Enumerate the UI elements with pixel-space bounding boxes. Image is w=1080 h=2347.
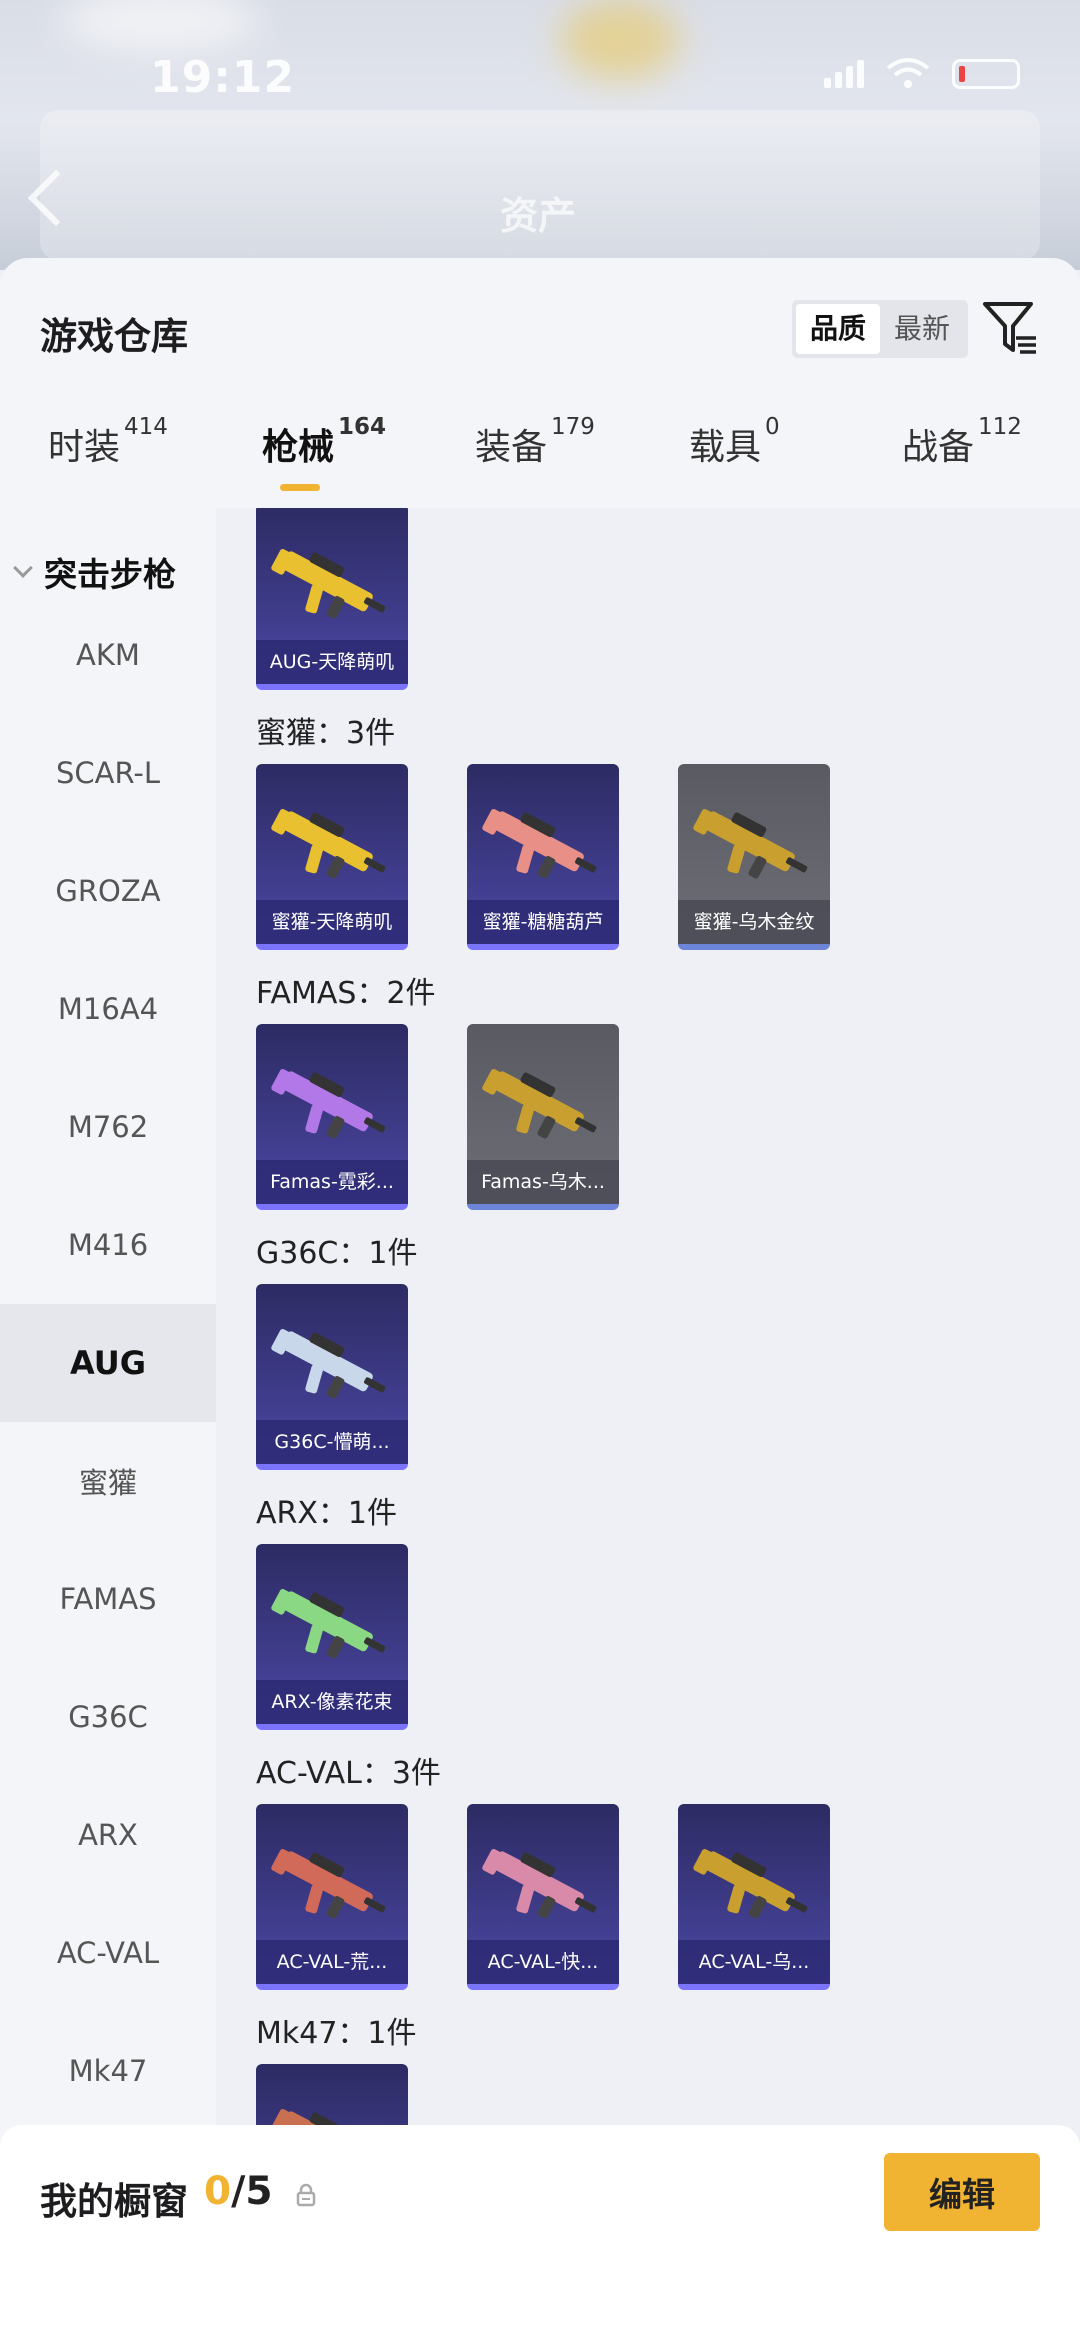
blurred-page-title: 资产	[500, 194, 577, 238]
group-label: G36C：1件	[256, 1236, 418, 1271]
skin-card[interactable]: G36C-懵萌...	[256, 1284, 408, 1470]
showcase-footer: 我的橱窗 0/5 编辑	[0, 2125, 1080, 2347]
lock-icon	[296, 2183, 316, 2207]
sidebar-item-6[interactable]: AUG	[0, 1304, 216, 1422]
skin-name: G36C-懵萌...	[256, 1420, 408, 1464]
sidebar-category-header[interactable]: 突击步枪	[13, 548, 176, 596]
sidebar-item-7[interactable]: 蜜獾	[0, 1422, 216, 1540]
skin-card[interactable]: 蜜獾-天降萌叽	[256, 764, 408, 950]
sort-quality-option[interactable]: 品质	[796, 304, 881, 354]
edit-showcase-button[interactable]: 编辑	[884, 2153, 1040, 2231]
skin-card[interactable]: AC-VAL-乌...	[678, 1804, 830, 1990]
group-label: 蜜獾：3件	[256, 716, 396, 751]
warehouse-sheet: 游戏仓库 品质 最新 时装 414 枪械 164 装备 179 载具 0 战备 112 突…	[0, 258, 1080, 2347]
showcase-title: 我的橱窗	[40, 2180, 188, 2223]
battery-icon	[952, 59, 1020, 89]
sort-toggle: 品质 最新	[792, 300, 969, 358]
skin-name: 蜜獾-糖糖葫芦	[467, 900, 619, 944]
sidebar-item-9[interactable]: G36C	[0, 1658, 216, 1776]
rifle-skin-icon	[271, 809, 386, 879]
skin-card[interactable]: ARX-像素花束	[256, 1544, 408, 1730]
rifle-skin-icon	[693, 1849, 808, 1919]
skin-name: 蜜獾-天降萌叽	[256, 900, 408, 944]
rifle-skin-icon	[482, 1069, 597, 1139]
sidebar-item-3[interactable]: M16A4	[0, 950, 216, 1068]
group-label: Mk47：1件	[256, 2016, 417, 2051]
sidebar-item-8[interactable]: FAMAS	[0, 1540, 216, 1658]
group-label: ARX：1件	[256, 1496, 398, 1531]
skin-card[interactable]: 蜜獾-糖糖葫芦	[467, 764, 619, 950]
group-label: AC-VAL：3件	[256, 1756, 441, 1791]
sidebar-item-0[interactable]: AKM	[0, 596, 216, 714]
sheet-title: 游戏仓库	[40, 315, 188, 358]
wifi-icon	[886, 58, 930, 88]
filter-icon[interactable]	[982, 300, 1038, 358]
weapon-sidebar: 突击步枪 AKM SCAR-L GROZA M16A4 M762 M416 AUG 蜜獾 FAM…	[0, 508, 216, 2347]
rifle-skin-icon	[271, 549, 386, 619]
sidebar-item-1[interactable]: SCAR-L	[0, 714, 216, 832]
skin-name: AUG-天降萌叽	[256, 640, 408, 684]
status-time: 19:12	[150, 52, 296, 103]
sidebar-item-4[interactable]: M762	[0, 1068, 216, 1186]
skin-card[interactable]: AC-VAL-快...	[467, 1804, 619, 1990]
skin-name: AC-VAL-乌...	[678, 1940, 830, 1984]
rifle-skin-icon	[271, 1849, 386, 1919]
skin-card[interactable]: Famas-乌木...	[467, 1024, 619, 1210]
skin-card[interactable]: 蜜獾-乌木金纹	[678, 764, 830, 950]
skin-card[interactable]: Famas-霓彩...	[256, 1024, 408, 1210]
active-tab-indicator	[280, 484, 320, 491]
chevron-down-icon	[13, 558, 33, 578]
rifle-skin-icon	[693, 809, 808, 879]
rifle-skin-icon	[482, 1849, 597, 1919]
sidebar-item-12[interactable]: Mk47	[0, 2012, 216, 2130]
signal-icon	[824, 60, 864, 88]
skin-name: ARX-像素花束	[256, 1680, 408, 1724]
background-app-header: 19:12 资产	[0, 0, 1080, 270]
group-label: FAMAS：2件	[256, 976, 436, 1011]
tab-equipment[interactable]: 装备 179	[475, 414, 595, 470]
rifle-skin-icon	[271, 1329, 386, 1399]
skin-name: Famas-霓彩...	[256, 1160, 408, 1204]
status-icons	[824, 58, 1020, 90]
tab-firearms[interactable]: 枪械 164	[262, 414, 386, 470]
sort-newest-option[interactable]: 最新	[880, 304, 964, 354]
tab-fashion[interactable]: 时装 414	[48, 414, 168, 470]
sidebar-item-2[interactable]: GROZA	[0, 832, 216, 950]
sidebar-item-5[interactable]: M416	[0, 1186, 216, 1304]
sidebar-item-11[interactable]: AC-VAL	[0, 1894, 216, 2012]
category-tabs: 时装 414 枪械 164 装备 179 载具 0 战备 112	[0, 414, 1080, 508]
rifle-skin-icon	[482, 809, 597, 879]
tab-vehicles[interactable]: 载具 0	[689, 414, 780, 470]
skin-card[interactable]: AC-VAL-荒...	[256, 1804, 408, 1990]
showcase-count: 0/5	[204, 2169, 273, 2214]
tab-supplies[interactable]: 战备 112	[902, 414, 1022, 470]
skin-name: AC-VAL-快...	[467, 1940, 619, 1984]
skin-name: Famas-乌木...	[467, 1160, 619, 1204]
skin-name: AC-VAL-荒...	[256, 1940, 408, 1984]
sidebar-item-10[interactable]: ARX	[0, 1776, 216, 1894]
rifle-skin-icon	[271, 1589, 386, 1659]
skin-card[interactable]: AUG-天降萌叽	[256, 508, 408, 690]
skin-name: 蜜獾-乌木金纹	[678, 900, 830, 944]
weapon-skin-grid: AUG-天降萌叽蜜獾：3件蜜獾-天降萌叽 蜜獾-糖糖葫芦 蜜獾-乌木金纹 FAMAS：…	[216, 508, 1080, 2347]
rifle-skin-icon	[271, 1069, 386, 1139]
